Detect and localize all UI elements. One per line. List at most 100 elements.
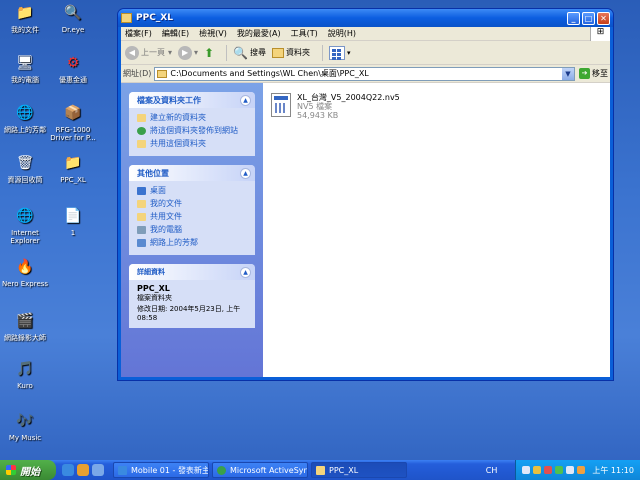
toolbar-separator bbox=[226, 44, 228, 61]
ie-icon: 🌐 bbox=[16, 208, 34, 224]
desktop-icon-recycle-bin[interactable]: 🗑 資源回收筒 bbox=[0, 152, 50, 184]
collapse-icon[interactable]: ▲ bbox=[240, 266, 251, 278]
desktop-icon-ie[interactable]: 🌐 Internet Explorer bbox=[0, 205, 50, 245]
maximize-button[interactable]: □ bbox=[582, 11, 595, 25]
clock[interactable]: 上午 11:10 bbox=[592, 465, 634, 476]
desktop-icon-my-documents[interactable]: 📁 我的文件 bbox=[0, 2, 50, 34]
file-tasks-header[interactable]: 檔案及資料夾工作 ▲ bbox=[129, 92, 255, 108]
nero-icon: 🔥 bbox=[16, 259, 34, 275]
place-desktop[interactable]: 桌面 bbox=[137, 185, 247, 196]
media-player-icon[interactable] bbox=[77, 464, 89, 476]
tray-icon[interactable] bbox=[522, 466, 531, 474]
back-arrow-icon: ◀ bbox=[125, 45, 139, 60]
desktop-icon-my-computer[interactable]: 🖥 我的電腦 bbox=[0, 52, 50, 84]
go-button[interactable]: ➔ 移至 bbox=[579, 68, 608, 79]
task-publish-web[interactable]: 將這個資料夾發佈到網站 bbox=[137, 125, 247, 136]
task-share-folder[interactable]: 共用這個資料夾 bbox=[137, 138, 247, 149]
folder-icon bbox=[157, 69, 168, 78]
taskbar-button-mobile01[interactable]: Mobile 01 - 發表新主... bbox=[113, 462, 209, 478]
up-button[interactable]: ⬆ bbox=[204, 46, 214, 60]
desktop-icon-label: 1 bbox=[70, 229, 76, 237]
address-value: C:\Documents and Settings\WL Chen\桌面\PPC… bbox=[170, 69, 369, 78]
chevron-down-icon: ▾ bbox=[194, 48, 199, 57]
tray-icon[interactable] bbox=[555, 466, 564, 474]
back-button[interactable]: ◀ 上一頁 ▾ bbox=[125, 45, 172, 60]
desktop-icon-dreye[interactable]: 🔍 Dr.eye bbox=[48, 2, 98, 34]
toolbar-separator bbox=[322, 44, 324, 61]
menu-file[interactable]: 檔案(F) bbox=[125, 28, 152, 39]
collapse-icon[interactable]: ▲ bbox=[240, 94, 251, 106]
network-icon: 🌐 bbox=[16, 105, 34, 121]
ie-icon bbox=[118, 465, 127, 475]
taskbar-button-ppc-xl[interactable]: PPC_XL bbox=[311, 462, 407, 478]
folders-button[interactable]: 資料夾 bbox=[272, 47, 310, 58]
window-title: PPC_XL bbox=[136, 13, 173, 23]
show-desktop-icon[interactable] bbox=[92, 464, 104, 476]
place-label: 桌面 bbox=[150, 186, 166, 195]
desktop-icon-network[interactable]: 🌐 網路上的芳鄰 bbox=[0, 102, 50, 134]
panel-title: 其他位置 bbox=[137, 168, 169, 178]
taskbar-button-label: Mobile 01 - 發表新主... bbox=[131, 465, 209, 475]
file-item[interactable]: XL_台灣_V5_2004Q22.nv5 NV5 檔案 54,943 KB bbox=[271, 93, 400, 120]
desktop-icon-kuro[interactable]: 🎵 Kuro bbox=[0, 358, 50, 390]
desktop-icon-app[interactable]: ⚙ 優惠金通 bbox=[48, 52, 98, 84]
document-icon: 📄 bbox=[64, 208, 82, 224]
taskbar-button-activesync[interactable]: Microsoft ActiveSync bbox=[212, 462, 308, 478]
collapse-icon[interactable]: ▲ bbox=[240, 167, 251, 179]
forward-button[interactable]: ▶ ▾ bbox=[178, 45, 199, 60]
file-size: 54,943 KB bbox=[297, 111, 339, 120]
start-button[interactable]: 開始 bbox=[0, 460, 56, 480]
desktop-icon-my-music[interactable]: 🎶 My Music bbox=[0, 410, 50, 442]
language-indicator[interactable]: CH bbox=[486, 466, 498, 475]
desktop-icon-ppc-xl[interactable]: 📁 PPC_XL bbox=[48, 152, 98, 184]
window-content: 檔案及資料夾工作 ▲ 建立新的資料夾 將這個資料夾發佈到網站 共用這個資料夾 其… bbox=[121, 83, 610, 377]
start-label: 開始 bbox=[20, 466, 40, 478]
address-input[interactable]: C:\Documents and Settings\WL Chen\桌面\PPC… bbox=[154, 66, 575, 81]
menu-view[interactable]: 檢視(V) bbox=[199, 28, 227, 39]
panel-title: 檔案及資料夾工作 bbox=[137, 95, 201, 105]
window-body: 檔案(F) 編輯(E) 檢視(V) 我的最愛(A) 工具(T) 說明(H) ⊞ … bbox=[121, 27, 610, 377]
place-my-computer[interactable]: 我的電腦 bbox=[137, 224, 247, 235]
ie-icon[interactable] bbox=[62, 464, 74, 476]
menu-help[interactable]: 說明(H) bbox=[328, 28, 356, 39]
place-my-documents[interactable]: 我的文件 bbox=[137, 198, 247, 209]
views-button[interactable] bbox=[329, 45, 346, 60]
taskbar-button-label: PPC_XL bbox=[329, 465, 359, 475]
desktop-icon-label: Internet Explorer bbox=[10, 229, 40, 245]
menu-favorites[interactable]: 我的最愛(A) bbox=[237, 28, 281, 39]
desktop-icon-document[interactable]: 📄 1 bbox=[48, 205, 98, 237]
file-name: XL_台灣_V5_2004Q22.nv5 bbox=[297, 93, 400, 102]
menu-tools[interactable]: 工具(T) bbox=[291, 28, 318, 39]
task-label: 將這個資料夾發佈到網站 bbox=[150, 126, 238, 135]
other-places-header[interactable]: 其他位置 ▲ bbox=[129, 165, 255, 181]
forward-arrow-icon: ▶ bbox=[178, 45, 193, 60]
desktop-icon-archive[interactable]: 📦 RFG-1000 Driver for P... bbox=[48, 102, 98, 142]
desktop-icon-video-app[interactable]: 🎬 網路錄影大師 bbox=[0, 310, 50, 342]
network-icon bbox=[137, 238, 146, 247]
task-new-folder[interactable]: 建立新的資料夾 bbox=[137, 112, 247, 123]
tray-icon[interactable] bbox=[577, 466, 586, 474]
my-documents-icon bbox=[137, 199, 146, 208]
chevron-down-icon[interactable]: ▾ bbox=[347, 49, 351, 57]
place-network[interactable]: 網路上的芳鄰 bbox=[137, 237, 247, 248]
tray-icon[interactable] bbox=[544, 466, 553, 474]
file-list[interactable]: XL_台灣_V5_2004Q22.nv5 NV5 檔案 54,943 KB bbox=[263, 83, 610, 377]
shared-documents-icon bbox=[137, 212, 146, 221]
chevron-down-icon[interactable]: ▼ bbox=[562, 67, 574, 80]
place-label: 共用文件 bbox=[150, 212, 182, 221]
minimize-button[interactable]: _ bbox=[567, 11, 580, 25]
details-header[interactable]: 詳細資料 ▲ bbox=[129, 264, 255, 280]
windows-logo-icon: ⊞ bbox=[590, 27, 610, 41]
archive-icon: 📦 bbox=[64, 105, 82, 121]
up-folder-icon: ⬆ bbox=[204, 45, 215, 60]
title-bar[interactable]: PPC_XL _ □ ✕ bbox=[118, 9, 613, 27]
volume-icon[interactable] bbox=[566, 466, 575, 474]
system-tray: 上午 11:10 bbox=[515, 460, 640, 480]
tray-icon[interactable] bbox=[533, 466, 542, 474]
place-shared-documents[interactable]: 共用文件 bbox=[137, 211, 247, 222]
search-button[interactable]: 🔍 搜尋 bbox=[233, 46, 266, 60]
desktop-icon-nero[interactable]: 🔥 Nero Express bbox=[0, 256, 50, 288]
search-icon: 🔍 bbox=[233, 45, 249, 60]
menu-edit[interactable]: 編輯(E) bbox=[162, 28, 189, 39]
close-button[interactable]: ✕ bbox=[597, 11, 610, 25]
